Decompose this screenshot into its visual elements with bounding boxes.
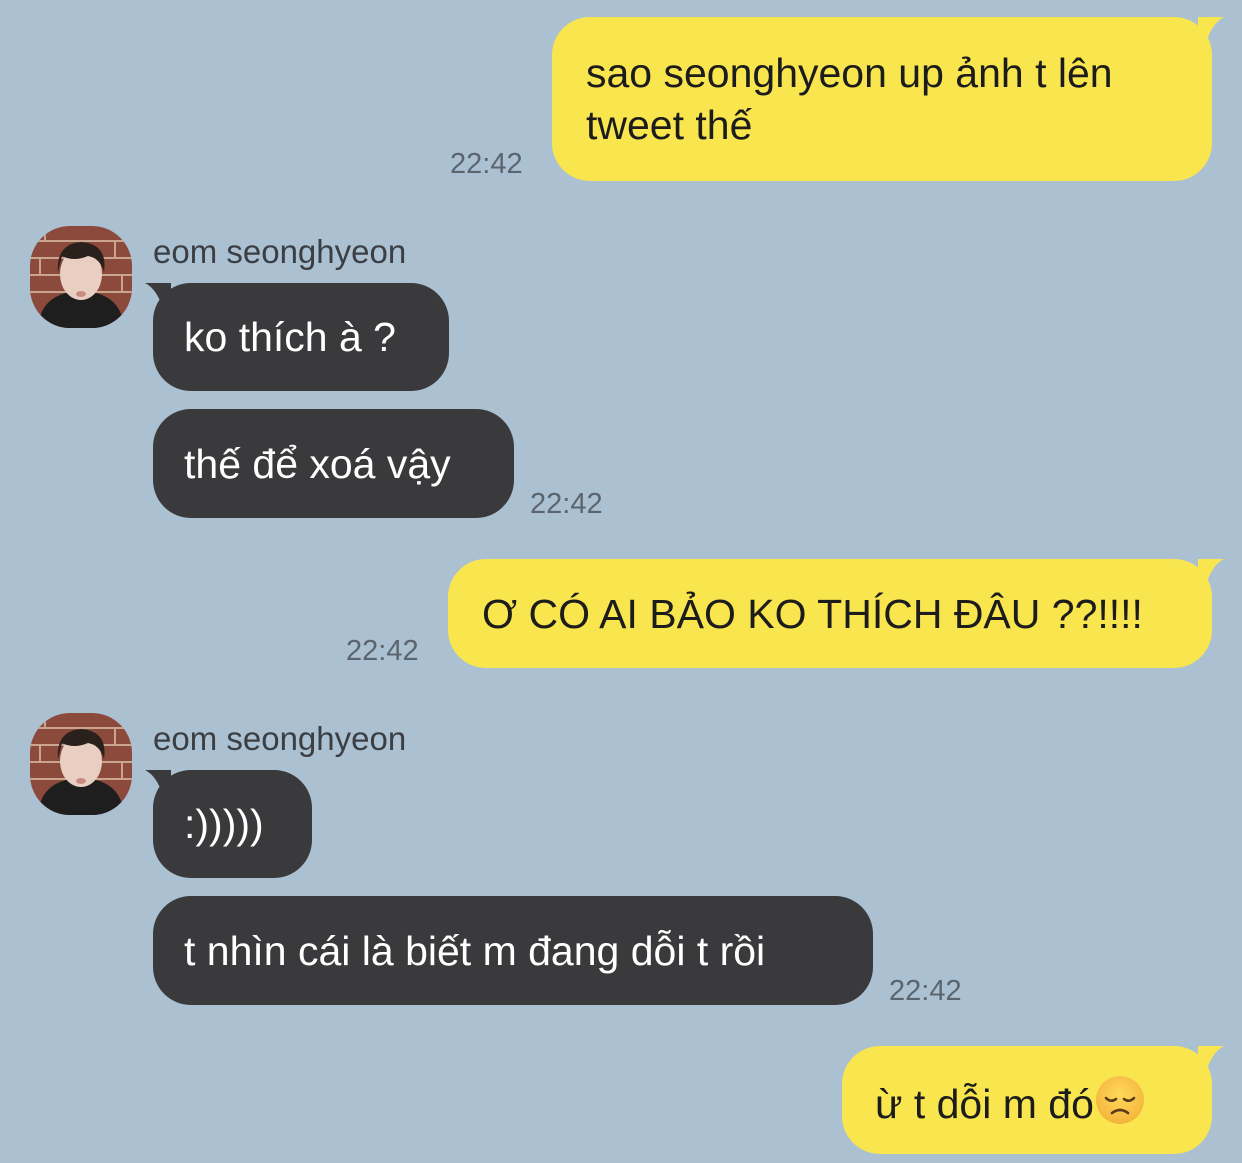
incoming-message-bubble[interactable]: :))))) [153,770,312,878]
message-timestamp: 22:42 [450,148,523,180]
bubble-tail [1198,17,1224,43]
bubble-tail [145,770,171,796]
outgoing-message-bubble[interactable]: ừ t dỗi m đó [842,1046,1212,1154]
outgoing-message-bubble[interactable]: Ơ CÓ AI BẢO KO THÍCH ĐÂU ??!!!! [448,559,1212,668]
message-timestamp: 22:42 [889,975,962,1007]
message-text: thế để xoá vậy [184,441,451,487]
sender-name: eom seonghyeon [153,233,407,270]
avatar[interactable] [30,226,132,328]
avatar[interactable] [30,713,132,815]
bubble-tail [145,283,171,309]
message-text: ko thích à ? [184,314,396,360]
sender-name: eom seonghyeon [153,720,407,757]
incoming-message-bubble[interactable]: thế để xoá vậy [153,409,514,518]
message-text: Ơ CÓ AI BẢO KO THÍCH ĐÂU ??!!!! [482,591,1143,637]
message-text-line: tweet thế [586,102,753,148]
bubble-tail [1198,559,1224,585]
incoming-message-bubble[interactable]: t nhìn cái là biết m đang dỗi t rồi [153,896,873,1005]
message-timestamp: 22:42 [530,488,603,520]
incoming-message-bubble[interactable]: ko thích à ? [153,283,449,391]
disappointed-face-icon [1095,1076,1144,1124]
message-text: t nhìn cái là biết m đang dỗi t rồi [184,928,766,974]
message-timestamp: 22:42 [346,635,419,667]
bubble-tail [1198,1046,1224,1072]
outgoing-message-bubble[interactable]: sao seonghyeon up ảnh t lên tweet thế [552,17,1212,181]
chat-area[interactable]: sao seonghyeon up ảnh t lên tweet thế 22… [0,0,1242,1163]
message-text-line: sao seonghyeon up ảnh t lên [586,50,1113,96]
message-text: :))))) [184,801,264,847]
message-text: ừ t dỗi m đó [875,1081,1094,1127]
